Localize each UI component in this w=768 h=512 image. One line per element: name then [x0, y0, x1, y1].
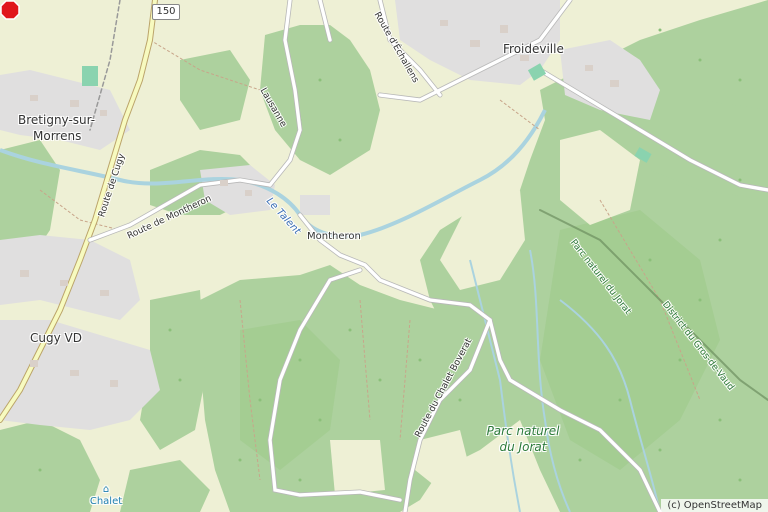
location-marker-icon[interactable] — [0, 0, 20, 20]
map-canvas — [0, 0, 768, 512]
place-froideville: Froideville — [503, 42, 564, 56]
label-parc-line2: du Jorat — [499, 440, 547, 454]
label-chalet-text: Chalet — [89, 496, 123, 507]
chalet-icon: ⌂ — [102, 484, 110, 495]
label-parc-naturel: Parc naturel du Jorat — [478, 423, 568, 455]
place-cugy: Cugy VD — [30, 331, 82, 345]
route-150-shield: 150 — [152, 4, 180, 20]
pitch-area — [82, 66, 98, 86]
label-chalet: ⌂ Chalet — [88, 484, 124, 508]
map-view[interactable]: 150 Froideville Bretigny-sur- Morrens Cu… — [0, 0, 768, 512]
place-bretigny-line2: Morrens — [33, 129, 82, 143]
place-bretigny-line1: Bretigny-sur- — [18, 113, 96, 127]
attribution[interactable]: (c) OpenStreetMap — [661, 499, 768, 512]
place-montheron: Montheron — [307, 231, 361, 242]
label-parc-line1: Parc naturel — [486, 424, 560, 438]
